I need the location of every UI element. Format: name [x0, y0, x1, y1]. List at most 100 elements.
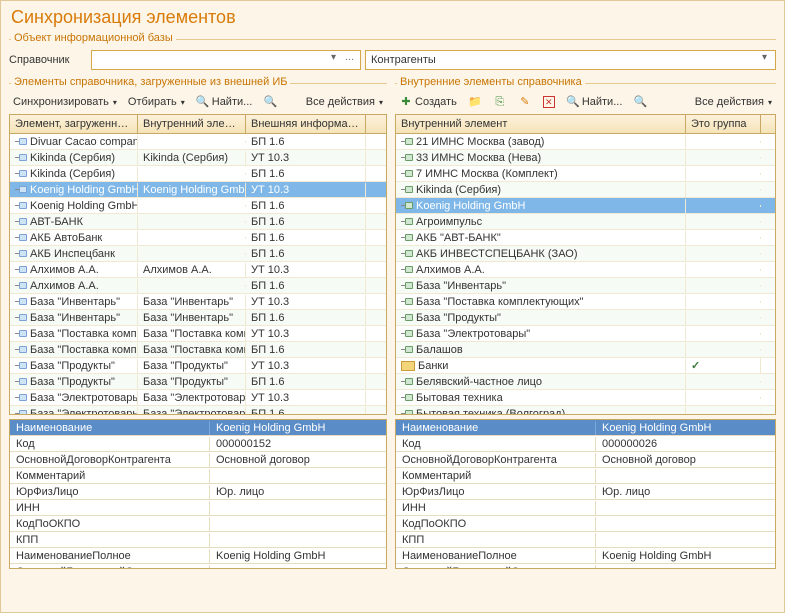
table-row[interactable]: Банки✓: [396, 358, 775, 374]
table-row[interactable]: База "Электротовары"База "Электротовары"…: [10, 406, 386, 414]
table-row[interactable]: Koenig Holding GmbHKoenig Holding GmbHУТ…: [10, 182, 386, 198]
object-section-label: Объект информационной базы: [11, 32, 176, 44]
col-internal-element[interactable]: Внутренний элемент: [396, 115, 686, 133]
clear-search-icon: 🔍: [633, 95, 647, 109]
table-row[interactable]: Divuar Cacao companyБП 1.6: [10, 134, 386, 150]
table-row[interactable]: Бытовая техника: [396, 390, 775, 406]
detail-row: Код000000152: [10, 436, 386, 452]
table-row[interactable]: Kikinda (Сербия)БП 1.6: [10, 166, 386, 182]
detail-row: ОсновнойДоговорКонтрагентаОсновной догов…: [396, 452, 775, 468]
table-row[interactable]: База "Электротовары": [396, 326, 775, 342]
new-group-button[interactable]: 📁: [464, 93, 486, 111]
col-spacer: [366, 115, 386, 133]
detail-row: Комментарий: [10, 468, 386, 484]
detail-row: ОсновнойБанковскийСчет: [396, 564, 775, 569]
all-actions-button[interactable]: Все действия: [691, 94, 776, 110]
table-row[interactable]: Koenig Holding GmbHБП 1.6: [10, 198, 386, 214]
all-actions-button[interactable]: Все действия: [302, 94, 387, 110]
left-toolbar: Синхронизировать Отбирать 🔍Найти... 🔍 Вс…: [9, 90, 387, 114]
table-row[interactable]: АКБ "АВТ-БАНК": [396, 230, 775, 246]
find-button[interactable]: 🔍Найти...: [192, 93, 257, 111]
table-row[interactable]: База "Продукты"База "Продукты"УТ 10.3: [10, 358, 386, 374]
table-row[interactable]: База "Продукты": [396, 310, 775, 326]
detail-row: НаименованиеПолноеKoenig Holding GmbH: [10, 548, 386, 564]
table-row[interactable]: База "Поставка комплектующих": [396, 294, 775, 310]
edit-button[interactable]: ✎: [514, 93, 536, 111]
clear-find-button[interactable]: 🔍: [629, 93, 651, 111]
clear-search-icon: 🔍: [263, 95, 277, 109]
detail-row: ОсновнойДоговорКонтрагентаОсновной догов…: [10, 452, 386, 468]
col-external-info[interactable]: Внешняя информационна...: [246, 115, 366, 133]
search-icon: 🔍: [566, 95, 580, 109]
table-row[interactable]: Балашов: [396, 342, 775, 358]
detail-row: КодПоОКПО: [10, 516, 386, 532]
table-row[interactable]: Бытовая техника (Волгоград): [396, 406, 775, 414]
col-loaded-element[interactable]: Элемент, загруженный из ...: [10, 115, 138, 133]
table-row[interactable]: Koenig Holding GmbH: [396, 198, 775, 214]
copy-icon: ⎘: [493, 95, 507, 109]
table-row[interactable]: Белявский-частное лицо: [396, 374, 775, 390]
table-row[interactable]: Kikinda (Сербия): [396, 182, 775, 198]
col-internal-element[interactable]: Внутренний элемент: [138, 115, 246, 133]
table-row[interactable]: База "Продукты"База "Продукты"БП 1.6: [10, 374, 386, 390]
create-button[interactable]: ✚Создать: [395, 93, 461, 111]
table-row[interactable]: Алхимов А.А.: [396, 262, 775, 278]
detail-row: ЮрФизЛицоЮр. лицо: [396, 484, 775, 500]
table-row[interactable]: База "Инвентарь"База "Инвентарь"БП 1.6: [10, 310, 386, 326]
copy-button[interactable]: ⎘: [489, 93, 511, 111]
table-row[interactable]: Kikinda (Сербия)Kikinda (Сербия)УТ 10.3: [10, 150, 386, 166]
col-is-group[interactable]: Это группа: [686, 115, 761, 133]
find-button[interactable]: 🔍Найти...: [562, 93, 627, 111]
ellipsis-icon[interactable]: …: [342, 52, 357, 68]
detail-row: НаименованиеKoenig Holding GmbH: [10, 420, 386, 436]
left-section-label: Элементы справочника, загруженные из вне…: [11, 76, 290, 88]
detail-row: КПП: [10, 532, 386, 548]
table-row[interactable]: АКБ ИнспецбанкБП 1.6: [10, 246, 386, 262]
right-section-label: Внутренние элементы справочника: [397, 76, 585, 88]
left-grid: Элемент, загруженный из ... Внутренний э…: [9, 114, 387, 415]
table-row[interactable]: 7 ИМНС Москва (Комплект): [396, 166, 775, 182]
filter-button[interactable]: Отбирать: [124, 94, 189, 110]
delete-button[interactable]: ✕: [539, 94, 559, 110]
table-row[interactable]: База "Электротовары"База "Электротовары"…: [10, 390, 386, 406]
right-grid-body[interactable]: 21 ИМНС Москва (завод)33 ИМНС Москва (Не…: [396, 134, 775, 414]
catalog-select-value: Контрагенты: [371, 54, 436, 66]
object-select[interactable]: ▾ …: [91, 50, 361, 70]
col-spacer: [761, 115, 775, 133]
dropdown-icon[interactable]: ▾: [326, 52, 341, 68]
table-row[interactable]: База "Инвентарь"База "Инвентарь"УТ 10.3: [10, 294, 386, 310]
table-row[interactable]: Алхимов А.А.БП 1.6: [10, 278, 386, 294]
left-details: НаименованиеKoenig Holding GmbHКод000000…: [9, 419, 387, 569]
detail-row: НаименованиеKoenig Holding GmbH: [396, 420, 775, 436]
table-row[interactable]: 33 ИМНС Москва (Нева): [396, 150, 775, 166]
right-grid: Внутренний элемент Это группа 21 ИМНС Мо…: [395, 114, 776, 415]
page-title: Синхронизация элементов: [1, 1, 784, 32]
detail-row: ОсновнойБанковскийСчет: [10, 564, 386, 569]
table-row[interactable]: База "Поставка комп...База "Поставка ком…: [10, 342, 386, 358]
clear-find-button[interactable]: 🔍: [259, 93, 281, 111]
detail-row: КПП: [396, 532, 775, 548]
table-row[interactable]: База "Инвентарь": [396, 278, 775, 294]
detail-row: НаименованиеПолноеKoenig Holding GmbH: [396, 548, 775, 564]
object-label: Справочник: [9, 54, 87, 66]
left-grid-body[interactable]: Divuar Cacao companyБП 1.6Kikinda (Серби…: [10, 134, 386, 414]
detail-row: ИНН: [10, 500, 386, 516]
right-details: НаименованиеKoenig Holding GmbHКод000000…: [395, 419, 776, 569]
table-row[interactable]: База "Поставка комп...База "Поставка ком…: [10, 326, 386, 342]
pencil-icon: ✎: [518, 95, 532, 109]
table-row[interactable]: Агроимпульс: [396, 214, 775, 230]
sync-button[interactable]: Синхронизировать: [9, 94, 121, 110]
table-row[interactable]: АКБ ИНВЕСТСПЕЦБАНК (ЗАО): [396, 246, 775, 262]
folder-add-icon: 📁: [468, 95, 482, 109]
folder-icon: [401, 361, 415, 371]
table-row[interactable]: Алхимов А.А.Алхимов А.А.УТ 10.3: [10, 262, 386, 278]
table-row[interactable]: АВТ-БАНКБП 1.6: [10, 214, 386, 230]
table-row[interactable]: 21 ИМНС Москва (завод): [396, 134, 775, 150]
table-row[interactable]: АКБ АвтоБанкБП 1.6: [10, 230, 386, 246]
detail-row: КодПоОКПО: [396, 516, 775, 532]
plus-icon: ✚: [399, 95, 413, 109]
detail-row: ЮрФизЛицоЮр. лицо: [10, 484, 386, 500]
delete-icon: ✕: [543, 96, 555, 108]
catalog-select[interactable]: Контрагенты ▾: [365, 50, 776, 70]
dropdown-icon[interactable]: ▾: [757, 52, 772, 68]
